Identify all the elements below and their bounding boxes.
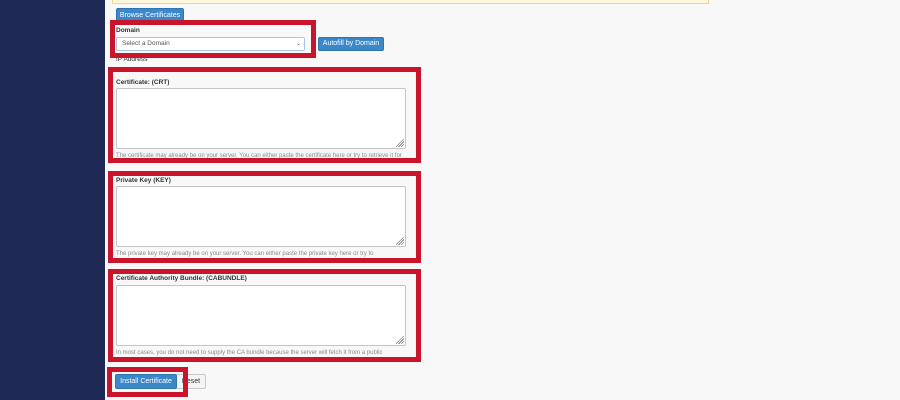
reset-button[interactable]: Reset [176,374,206,389]
cabundle-help-text: In most cases, you do not need to supply… [116,350,383,356]
browse-certificates-button[interactable]: Browse Certificates [116,8,184,23]
resize-grip-icon[interactable] [396,237,404,245]
domain-select[interactable]: Select a Domain ⌄ [116,37,305,51]
cabundle-textarea[interactable] [116,285,406,346]
private-key-label: Private Key (KEY) [116,177,171,184]
resize-grip-icon[interactable] [396,336,404,344]
chevron-down-icon: ⌄ [295,41,301,47]
notice-bar [112,0,709,4]
resize-grip-icon[interactable] [396,139,404,147]
private-key-textarea[interactable] [116,186,406,247]
certificate-label: Certificate: (CRT) [116,79,170,86]
sidebar [0,0,105,400]
ip-address-label: IP Address [116,56,148,63]
autofill-by-domain-button[interactable]: Autofill by Domain [318,37,384,51]
domain-select-value: Select a Domain [122,40,170,47]
private-key-help-text: The private key may already be on your s… [116,251,374,257]
install-certificate-button[interactable]: Install Certificate [115,374,177,389]
cabundle-label: Certificate Authority Bundle: (CABUNDLE) [116,275,247,282]
certificate-help-text: The certificate may already be on your s… [116,153,402,159]
certificate-textarea[interactable] [116,88,406,149]
domain-label: Domain [116,27,140,34]
